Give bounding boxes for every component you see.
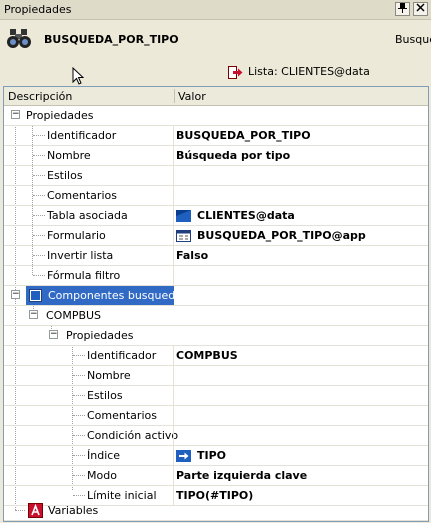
binoculars-icon (7, 29, 31, 48)
variables-icon (28, 503, 43, 518)
property-label: Invertir lista (47, 249, 114, 262)
collapse-toggle[interactable]: − (49, 330, 58, 339)
property-label: Identificador (87, 349, 157, 362)
component-icon (29, 289, 42, 302)
property-row-c-comentarios[interactable]: Comentarios (4, 406, 428, 426)
index-arrow-icon (176, 450, 191, 462)
property-row-c-condicion-activo[interactable]: Condición activo (4, 426, 428, 446)
object-name: BUSQUEDA_POR_TIPO (44, 33, 179, 46)
property-value[interactable]: BUSQUEDA_POR_TIPO (176, 129, 311, 142)
group-label: Propiedades (26, 109, 94, 122)
property-value[interactable]: Falso (176, 249, 208, 262)
list-exit-icon (228, 65, 243, 79)
group-label: Propiedades (66, 329, 134, 342)
property-label: Índice (87, 449, 121, 462)
property-label: Condición activo (87, 429, 179, 442)
property-row-c-indice[interactable]: Índice TIPO (4, 446, 428, 466)
component-label: COMPBUS (46, 309, 102, 322)
property-label: Comentarios (87, 409, 157, 422)
mouse-cursor-icon (72, 67, 84, 85)
property-label: Estilos (87, 389, 123, 402)
property-row-c-nombre[interactable]: Nombre (4, 366, 428, 386)
property-row-comentarios[interactable]: Comentarios (4, 186, 428, 206)
property-row-tabla-asociada[interactable]: Tabla asociada CLIENTES@data (4, 206, 428, 226)
property-value[interactable]: Parte izquierda clave (176, 469, 307, 482)
property-value[interactable]: TIPO (176, 449, 226, 462)
property-value[interactable]: BUSQUEDA_POR_TIPO@app (176, 229, 366, 242)
table-icon (176, 210, 191, 222)
property-value[interactable]: Búsqueda por tipo (176, 149, 290, 162)
group-componentes-busqueda[interactable]: − Componentes busqueda (4, 286, 428, 306)
property-row-formula-filtro[interactable]: Fórmula filtro (4, 266, 428, 286)
property-row-identificador[interactable]: Identificador BUSQUEDA_POR_TIPO (4, 126, 428, 146)
property-label: Estilos (47, 169, 83, 182)
property-value[interactable]: COMPBUS (176, 349, 238, 362)
property-label: Nombre (47, 149, 91, 162)
collapse-toggle[interactable]: − (11, 110, 20, 119)
column-value[interactable]: Valor (178, 90, 206, 103)
group-label: Componentes busqueda (48, 289, 182, 302)
list-link[interactable]: Lista: CLIENTES@data (228, 65, 370, 79)
form-icon (176, 230, 191, 242)
property-row-formulario[interactable]: Formulario BUSQUEDA_POR_TIPO@app (4, 226, 428, 246)
property-label: Formulario (47, 229, 106, 242)
property-row-estilos[interactable]: Estilos (4, 166, 428, 186)
object-type: Busqueda (395, 33, 431, 46)
close-button[interactable] (413, 2, 428, 16)
group-label: Variables (48, 504, 99, 517)
property-label: Nombre (87, 369, 131, 382)
property-label: Modo (87, 469, 117, 482)
collapse-toggle[interactable]: − (29, 310, 38, 319)
close-icon (416, 3, 425, 12)
property-row-nombre[interactable]: Nombre Búsqueda por tipo (4, 146, 428, 166)
property-label: Tabla asociada (47, 209, 128, 222)
pin-icon (398, 3, 407, 13)
group-compbus-propiedades[interactable]: − Propiedades (4, 326, 428, 346)
property-label: Comentarios (47, 189, 117, 202)
object-header: BUSQUEDA_POR_TIPO Busqueda Lista: CLIENT… (0, 20, 431, 85)
panel-titlebar: Propiedades (0, 0, 431, 20)
column-description[interactable]: Descripción (8, 90, 72, 103)
component-compbus[interactable]: − COMPBUS (4, 306, 428, 326)
collapse-toggle[interactable]: − (11, 290, 20, 299)
list-link-label: Lista: CLIENTES@data (248, 65, 370, 78)
property-value[interactable]: CLIENTES@data (176, 209, 295, 222)
panel-title: Propiedades (4, 3, 72, 16)
group-propiedades[interactable]: − Propiedades (4, 106, 428, 126)
property-row-c-estilos[interactable]: Estilos (4, 386, 428, 406)
property-row-c-modo[interactable]: Modo Parte izquierda clave (4, 466, 428, 486)
property-label: Fórmula filtro (47, 269, 121, 282)
property-label: Identificador (47, 129, 117, 142)
group-variables[interactable]: Variables (4, 501, 428, 521)
property-grid[interactable]: Descripción Valor − Propiedades Identifi… (3, 86, 429, 522)
pin-button[interactable] (395, 2, 410, 16)
property-row-c-identificador[interactable]: Identificador COMPBUS (4, 346, 428, 366)
property-row-invertir-lista[interactable]: Invertir lista Falso (4, 246, 428, 266)
grid-column-header: Descripción Valor (4, 87, 428, 106)
